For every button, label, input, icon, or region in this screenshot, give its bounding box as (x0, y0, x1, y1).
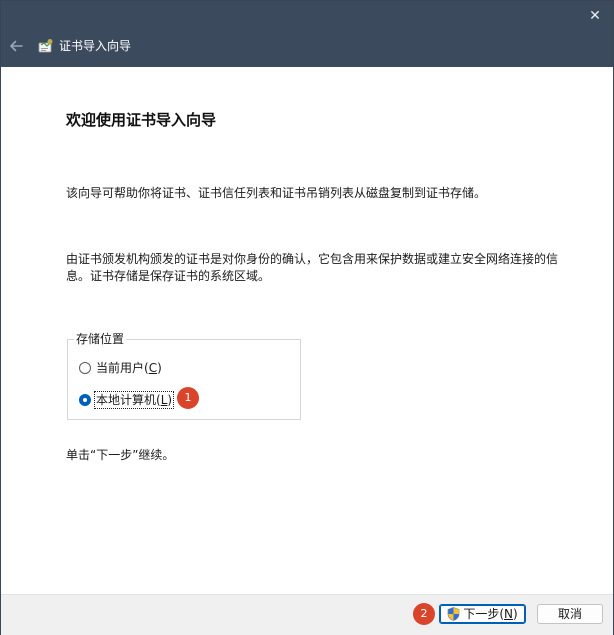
radio-local-machine[interactable]: 本地计算机(L) (79, 391, 175, 409)
back-arrow-icon (10, 40, 23, 52)
close-icon: ✕ (589, 8, 601, 24)
title-bar: ✕ 证书导入向导 (1, 1, 613, 67)
certificate-description-paragraph: 由证书颁发机构颁发的证书是对你身份的确认，它包含用来保护数据或建立安全网络连接的… (66, 252, 559, 283)
radio-local-machine-label: 本地计算机(L) (93, 391, 175, 409)
window-title: 证书导入向导 (59, 39, 132, 53)
uac-shield-icon (448, 607, 460, 621)
step-badge-1: 1 (177, 387, 199, 409)
continue-instruction: 单击“下一步”继续。 (66, 448, 175, 462)
store-location-legend: 存储位置 (74, 332, 127, 346)
radio-current-user-label: 当前用户(C) (96, 361, 162, 375)
next-button-label: 下一步(N) (463, 607, 518, 621)
radio-current-user[interactable]: 当前用户(C) (79, 359, 163, 377)
step-badge-2: 2 (413, 603, 435, 625)
certificate-import-wizard-window: ✕ 证书导入向导 欢迎使用证书导入向导 该向导可帮助你将证书、证书信任列表和证书… (0, 0, 614, 635)
next-button[interactable]: 下一步(N) (439, 604, 526, 624)
page-heading: 欢迎使用证书导入向导 (66, 111, 217, 129)
radio-button-unchecked[interactable] (79, 362, 91, 374)
back-button[interactable] (7, 37, 25, 55)
close-button[interactable]: ✕ (585, 7, 605, 25)
cancel-button[interactable]: 取消 (537, 604, 603, 624)
intro-paragraph: 该向导可帮助你将证书、证书信任列表和证书吊销列表从磁盘复制到证书存储。 (66, 186, 487, 200)
certificate-icon (38, 39, 53, 53)
radio-button-checked[interactable] (79, 394, 91, 406)
